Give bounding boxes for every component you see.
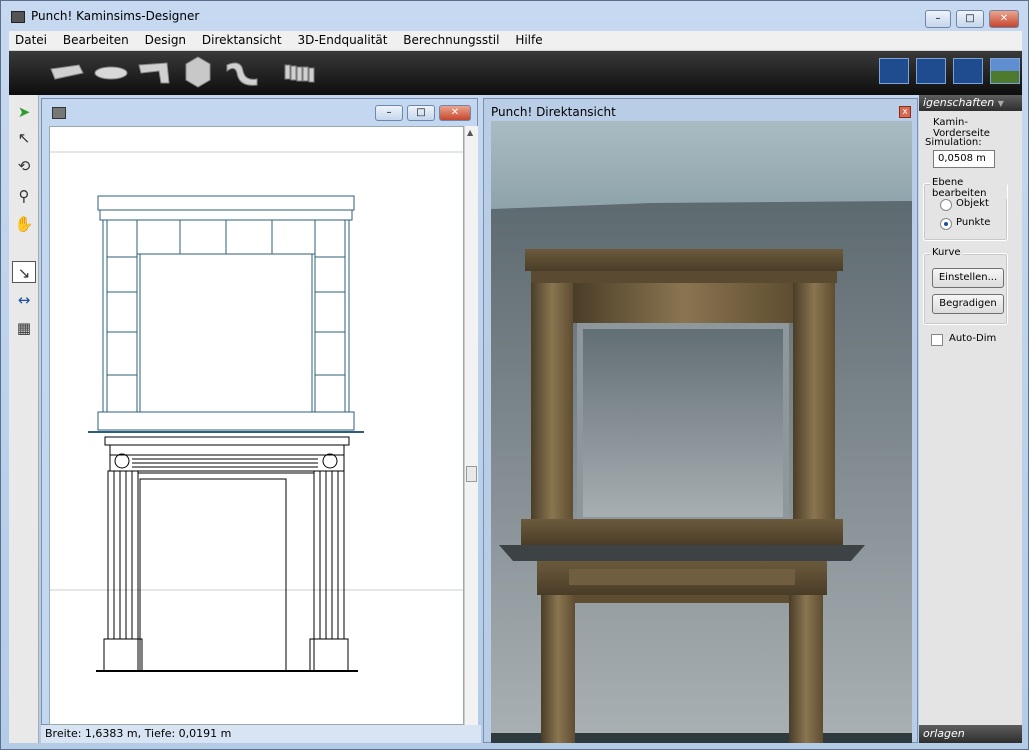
corner-molding-icon[interactable] [137, 59, 173, 85]
drawing-minimize-button[interactable]: – [375, 105, 403, 121]
menu-hilfe[interactable]: Hilfe [509, 31, 548, 49]
properties-header[interactable]: igenschaften ▼ [919, 95, 1022, 111]
oval-molding-icon[interactable] [93, 61, 129, 83]
einstellen-button[interactable]: Einstellen... [932, 268, 1004, 288]
kurve-title: Kurve [930, 247, 963, 258]
menu-datei[interactable]: Datei [9, 31, 53, 49]
simulation-label: Simulation: [925, 137, 982, 148]
drawing-window: – □ ✕ ▲ [41, 98, 478, 725]
drawing-canvas[interactable] [49, 126, 464, 725]
menu-design[interactable]: Design [139, 31, 192, 49]
radio-punkte-label: Punkte [956, 217, 991, 228]
fireplace-3d-render [491, 121, 912, 743]
app-icon [11, 11, 25, 23]
status-bar: Breite: 1,6383 m, Tiefe: 0,0191 m [41, 725, 481, 743]
3d-view-icon[interactable] [990, 58, 1020, 84]
point-select-icon[interactable]: ↖ [12, 127, 36, 149]
object-name: Kamin-Vorderseite [933, 117, 990, 139]
dentil-molding-icon[interactable] [283, 61, 319, 83]
properties-panel: igenschaften ▼ Kamin-Vorderseite Simulat… [919, 95, 1022, 743]
left-toolbar: ➤ ↖ ⟲ ⚲ ✋ ↘ ↔ ▦ [9, 95, 39, 743]
ebene-bearbeiten-title: Ebene bearbeiten [930, 177, 1007, 199]
close-button[interactable]: ✕ [989, 10, 1019, 28]
dimension-icon[interactable]: ↔ [12, 289, 36, 311]
begradigen-button[interactable]: Begradigen [932, 294, 1004, 314]
straight-molding-icon[interactable] [49, 61, 85, 83]
vorlagen-tab[interactable]: orlagen [919, 725, 1022, 743]
drawing-close-button[interactable]: ✕ [439, 105, 471, 121]
texture-icon[interactable]: ▦ [12, 317, 36, 339]
window-title: Punch! Kaminsims-Designer [31, 9, 200, 23]
auto-dim-label: Auto-Dim [949, 333, 997, 344]
3d-scene[interactable] [491, 121, 912, 743]
hexagon-block-icon[interactable] [183, 55, 213, 89]
edit-arrow-icon[interactable]: ↘ [12, 261, 36, 283]
drawing-window-icon [52, 107, 66, 119]
menu-berechnungsstil[interactable]: Berechnungsstil [397, 31, 505, 49]
drawing-vertical-scrollbar[interactable]: ▲ [464, 126, 478, 725]
menu-bearbeiten[interactable]: Bearbeiten [57, 31, 135, 49]
menu-3d-endqualitaet[interactable]: 3D-Endqualität [291, 31, 393, 49]
drawing-maximize-button[interactable]: □ [407, 105, 435, 121]
quad-view-icon[interactable] [953, 58, 983, 84]
fireplace-line-drawing [50, 151, 463, 672]
minimize-button[interactable]: – [925, 10, 951, 28]
radio-punkte[interactable] [940, 218, 952, 230]
title-bar[interactable]: Punch! Kaminsims-Designer – □ ✕ [1, 1, 1028, 31]
select-arrow-icon[interactable]: ➤ [12, 101, 36, 123]
auto-dim-checkbox[interactable] [931, 334, 943, 346]
menu-direktansicht[interactable]: Direktansicht [196, 31, 288, 49]
shape-toolbar [9, 51, 1022, 95]
split-view-icon[interactable] [916, 58, 946, 84]
scroll-up-icon[interactable]: ▲ [467, 128, 473, 137]
kurve-group: Kurve Einstellen... Begradigen [923, 247, 1008, 325]
menu-bar: Datei Bearbeiten Design Direktansicht 3D… [9, 31, 1022, 51]
app-window: Punch! Kaminsims-Designer – □ ✕ Datei Be… [0, 0, 1029, 750]
direktansicht-window: Punch! Direktansicht x [483, 98, 918, 743]
pan-hand-icon[interactable]: ✋ [12, 213, 36, 235]
radio-objekt[interactable] [940, 199, 952, 211]
maximize-button[interactable]: □ [956, 10, 984, 28]
ebene-bearbeiten-group: Ebene bearbeiten Objekt Punkte [923, 177, 1008, 241]
scroll-thumb[interactable] [466, 466, 477, 482]
plan-view-icon[interactable] [879, 58, 909, 84]
radio-objekt-label: Objekt [956, 198, 989, 209]
rotate-icon[interactable]: ⟲ [12, 155, 36, 177]
direktansicht-close-button[interactable]: x [899, 106, 911, 118]
zoom-icon[interactable]: ⚲ [12, 185, 36, 207]
curved-molding-icon[interactable] [223, 57, 259, 87]
direktansicht-title: Punch! Direktansicht [491, 105, 616, 119]
panel-dropdown-icon[interactable]: ▼ [998, 99, 1004, 108]
properties-header-label: igenschaften [923, 96, 995, 109]
simulation-input[interactable]: 0,0508 m [933, 150, 995, 168]
